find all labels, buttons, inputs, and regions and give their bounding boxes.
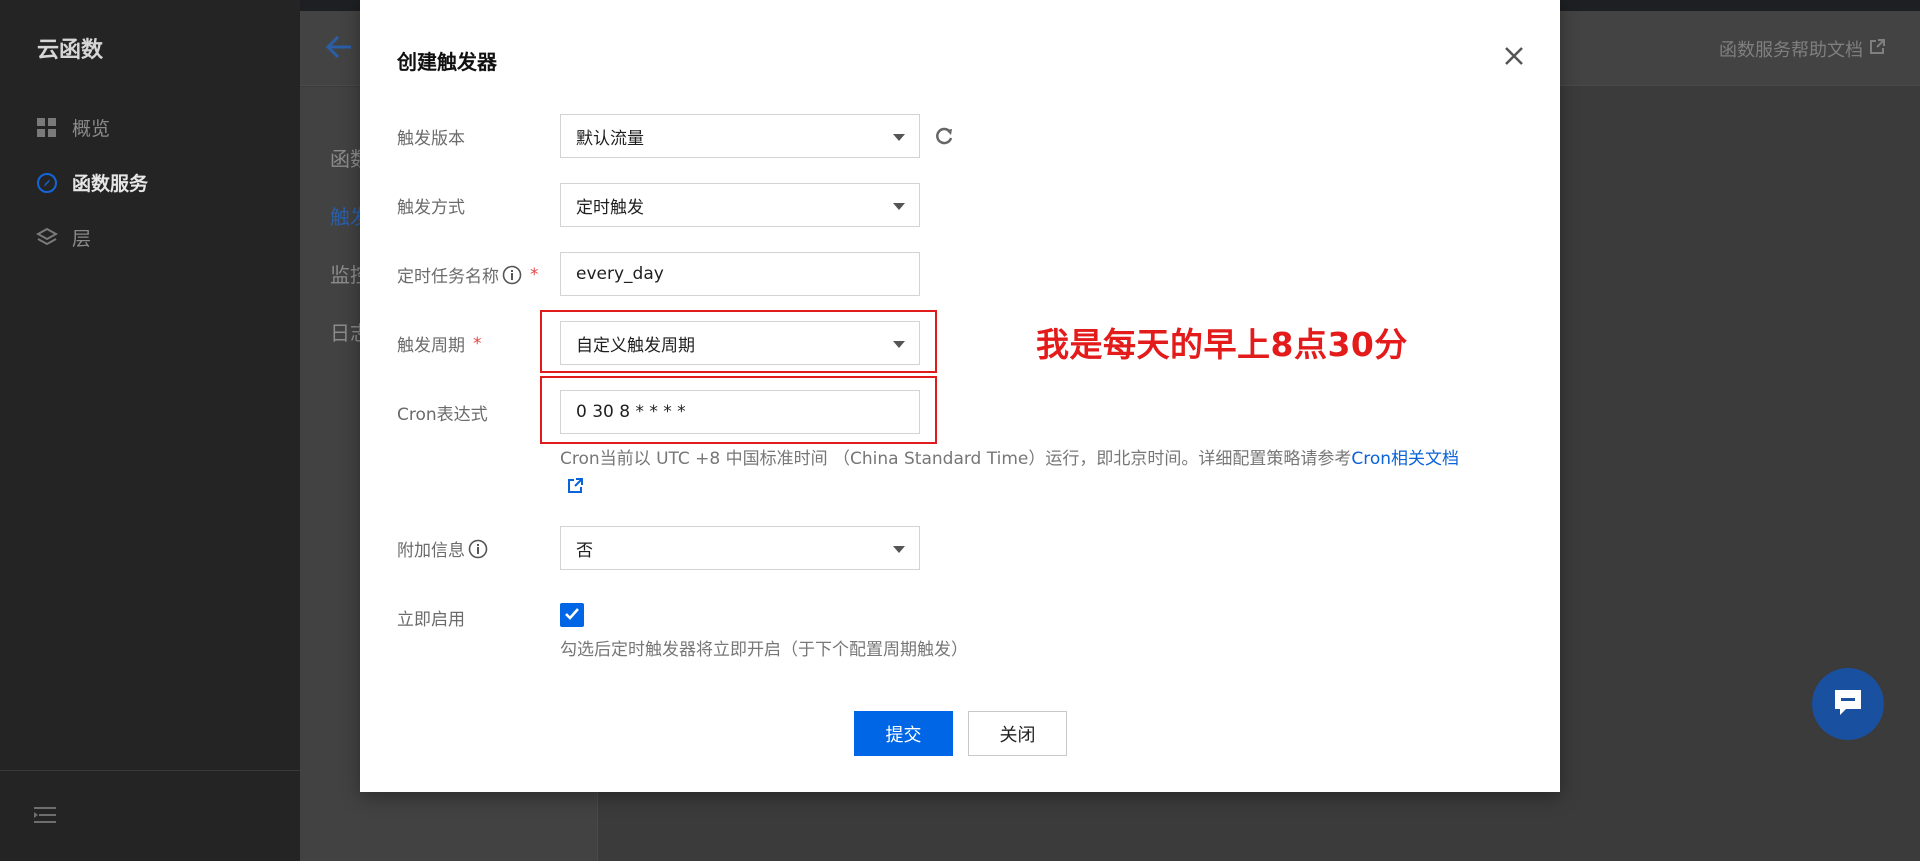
collapse-sidebar-icon[interactable] [33, 805, 57, 829]
version-value: 默认流量 [576, 128, 644, 149]
cron-help-body: Cron当前以 UTC +8 中国标准时间 （China Standard Ti… [560, 449, 1352, 469]
external-link-icon[interactable] [567, 478, 583, 494]
enable-help-text: 勾选后定时触发器将立即开启（于下个配置周期触发） [560, 640, 968, 660]
chat-support-button[interactable] [1812, 668, 1884, 740]
sidebar-item-function-service[interactable]: 函数服务 [36, 169, 148, 196]
cron-help-text: Cron当前以 UTC +8 中国标准时间 （China Standard Ti… [560, 446, 1520, 500]
help-doc-label: 函数服务帮助文档 [1719, 40, 1863, 61]
period-label: 触发周期 * [397, 331, 482, 357]
version-label-text: 触发版本 [397, 129, 465, 149]
required-mark: * [473, 333, 482, 354]
grid-icon [36, 117, 58, 139]
cron-label-text: Cron表达式 [397, 405, 488, 425]
refresh-icon[interactable] [933, 124, 955, 152]
task-name-value: every_day [576, 264, 664, 284]
extra-label: 附加信息 [397, 536, 488, 561]
extra-select[interactable]: 否 [560, 526, 920, 570]
required-mark: * [530, 264, 539, 285]
layers-icon [36, 227, 58, 249]
method-label-text: 触发方式 [397, 198, 465, 218]
period-label-text: 触发周期 [397, 336, 465, 356]
close-icon[interactable] [1502, 44, 1526, 68]
info-icon[interactable] [468, 539, 488, 559]
sidebar-item-overview[interactable]: 概览 [36, 114, 110, 141]
back-arrow-icon[interactable] [324, 33, 354, 65]
external-link-icon [1869, 38, 1885, 60]
create-trigger-dialog: 创建触发器 触发版本 默认流量 触发方式 定时触发 定时任务名称 * every… [360, 0, 1560, 792]
chevron-down-icon [893, 134, 905, 141]
sidebar-item-label: 概览 [72, 118, 111, 140]
sidebar-item-label: 函数服务 [72, 173, 149, 195]
enable-checkbox[interactable] [560, 603, 584, 627]
annotation-text: 我是每天的早上8点30分 [1036, 325, 1408, 364]
task-name-label: 定时任务名称 * [397, 262, 539, 288]
method-select[interactable]: 定时触发 [560, 183, 920, 227]
version-label: 触发版本 [397, 124, 465, 149]
help-doc-link[interactable]: 函数服务帮助文档 [1719, 36, 1885, 62]
chevron-down-icon [893, 203, 905, 210]
annotation-box-period [540, 310, 937, 373]
chat-icon [1832, 687, 1864, 721]
sidebar-item-layers[interactable]: 层 [36, 224, 91, 251]
app-brand: 云函数 [37, 38, 104, 63]
submit-button[interactable]: 提交 [854, 711, 953, 756]
cron-doc-link[interactable]: Cron相关文档 [1351, 449, 1459, 469]
task-name-input[interactable]: every_day [560, 252, 920, 296]
version-select[interactable]: 默认流量 [560, 114, 920, 158]
method-label: 触发方式 [397, 193, 465, 218]
method-value: 定时触发 [576, 197, 644, 218]
dialog-title: 创建触发器 [397, 50, 497, 74]
enable-label-text: 立即启用 [397, 610, 465, 630]
enable-label: 立即启用 [397, 605, 465, 630]
sidebar-divider [0, 770, 300, 771]
cron-label: Cron表达式 [397, 400, 488, 425]
chevron-down-icon [893, 546, 905, 553]
extra-value: 否 [576, 540, 593, 561]
compass-icon [36, 172, 58, 194]
extra-label-text: 附加信息 [397, 541, 465, 561]
sidebar: 云函数 概览 函数服务 层 [0, 0, 300, 861]
annotation-box-cron [540, 376, 937, 444]
close-button[interactable]: 关闭 [968, 711, 1067, 756]
task-name-label-text: 定时任务名称 [397, 267, 499, 287]
info-icon[interactable] [502, 265, 522, 285]
sidebar-item-label: 层 [72, 228, 92, 250]
check-icon [564, 606, 580, 625]
